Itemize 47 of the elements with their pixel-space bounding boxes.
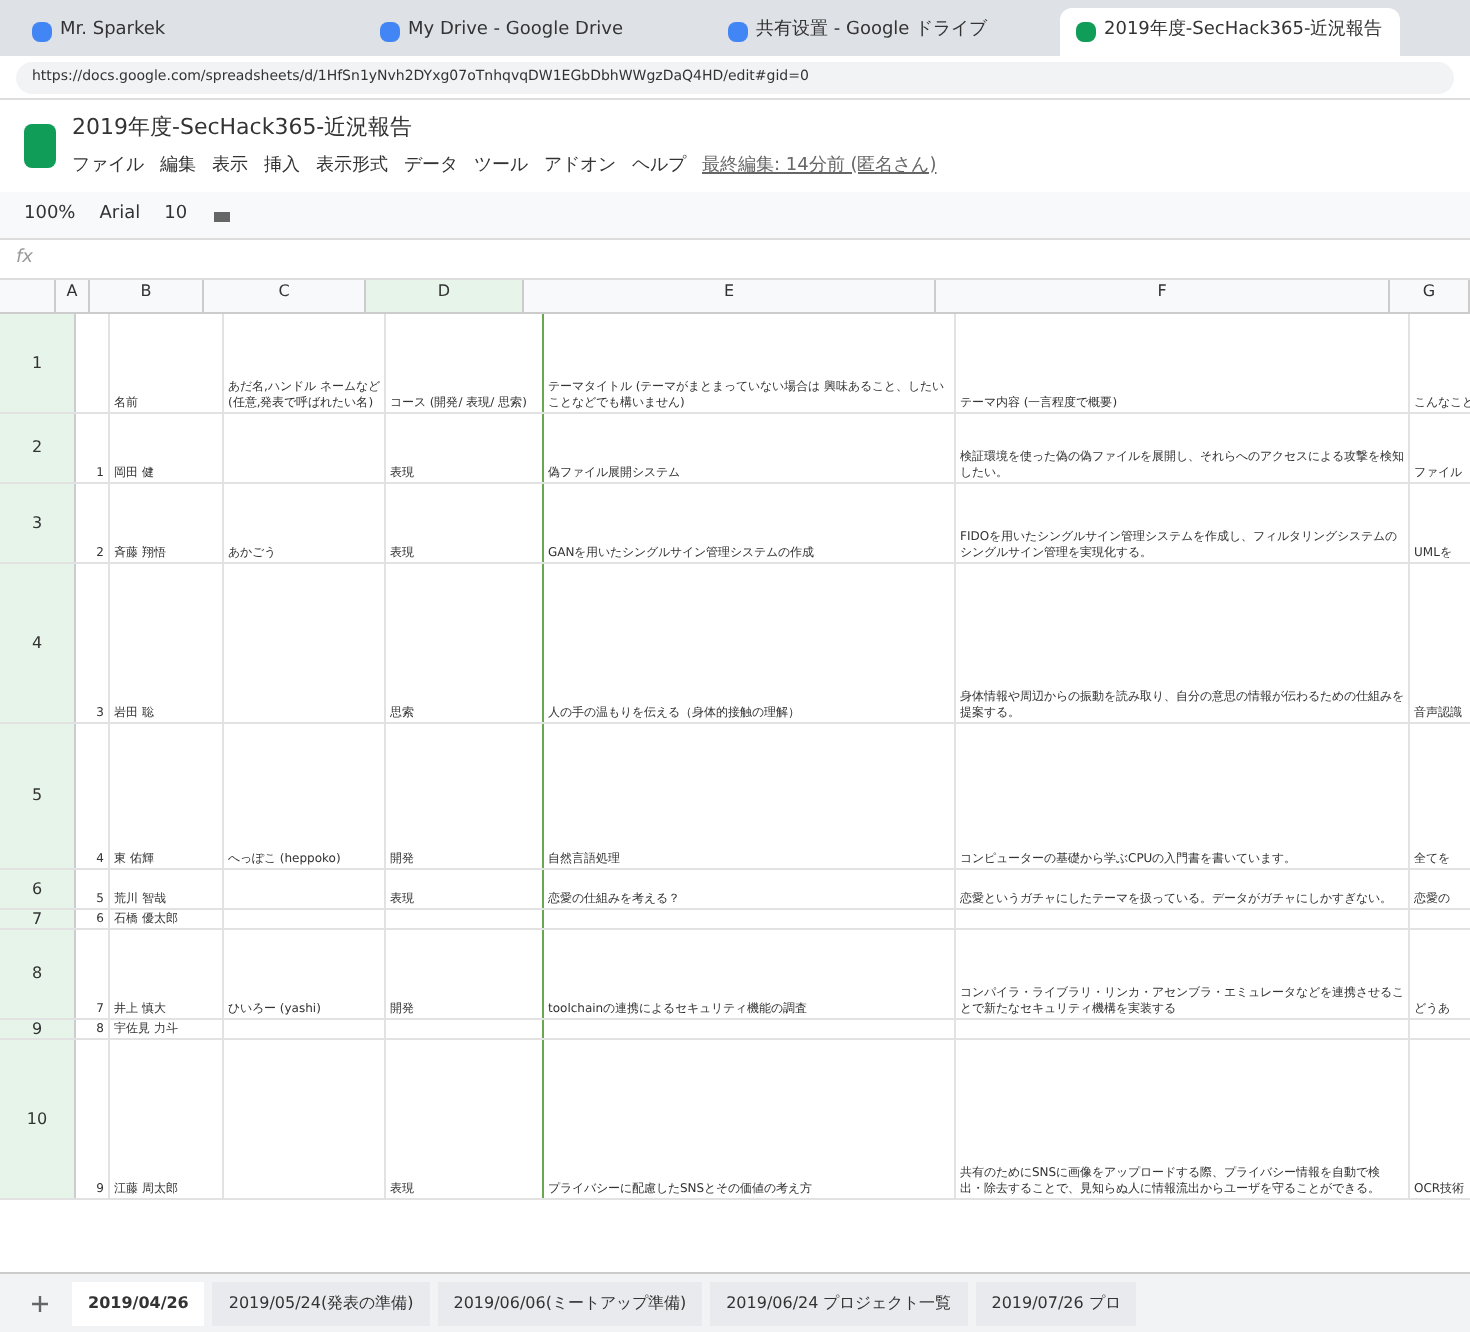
browser-tab[interactable]: 2019年度-SecHack365-近況報告 [1060, 8, 1400, 56]
row-header[interactable]: 4 [0, 564, 76, 722]
menu-item[interactable]: 表示 [212, 153, 248, 180]
menu-item[interactable]: 表示形式 [316, 153, 388, 180]
row-header[interactable]: 1 [0, 314, 76, 412]
column-header[interactable]: A [56, 280, 90, 312]
row-header[interactable]: 6 [0, 870, 76, 908]
document-title: 2019年度-SecHack365-近況報告 [72, 112, 415, 144]
sheet-tab[interactable]: 2019/05/24(発表の準備) [212, 1281, 430, 1325]
sheet-tab[interactable]: 2019/07/26 プロ [975, 1281, 1137, 1325]
sheet-tab[interactable]: 2019/06/06(ミートアップ準備) [437, 1281, 703, 1325]
menu-item[interactable]: アドオン [544, 153, 616, 180]
menu-item[interactable]: ツール [474, 153, 528, 180]
font-select[interactable]: Arial [99, 201, 141, 229]
row-header[interactable]: 7 [0, 910, 76, 928]
column-header[interactable]: E [524, 280, 936, 312]
column-header[interactable]: G [1390, 280, 1470, 312]
menu-item[interactable]: データ [404, 153, 458, 180]
tab-title: My Drive - Google Drive [408, 18, 626, 45]
last-edit-link[interactable]: 最終編集: 14分前 (匿名さん) [702, 153, 937, 180]
page-icon [728, 22, 748, 42]
font-size-select[interactable]: 10 [164, 201, 188, 229]
tab-title: 共有设置 - Google ドライブ [756, 18, 990, 45]
menu-item[interactable]: ヘルプ [632, 153, 686, 180]
row-header[interactable]: 5 [0, 724, 76, 868]
page-icon [380, 22, 400, 42]
column-header[interactable]: D [366, 280, 524, 312]
tab-title: 2019年度-SecHack365-近況報告 [1104, 18, 1384, 45]
column-header[interactable]: B [90, 280, 204, 312]
row-header[interactable]: 8 [0, 930, 76, 1018]
sheets-logo-icon [24, 124, 56, 168]
row-header[interactable]: 10 [0, 1040, 76, 1198]
sheet-tab[interactable]: 2019/04/26 [72, 1281, 205, 1325]
tab-title: Mr. Sparkek [60, 18, 168, 45]
menu-item[interactable]: ファイル [72, 153, 144, 180]
row-header[interactable]: 3 [0, 484, 76, 562]
row-header[interactable]: 2 [0, 414, 76, 482]
column-header[interactable]: F [936, 280, 1390, 312]
page-icon [32, 22, 52, 42]
menu-item[interactable]: 編集 [160, 153, 196, 180]
formula-label: fx [16, 245, 33, 272]
menu-item[interactable]: 挿入 [264, 153, 300, 180]
sheet-tab[interactable]: 2019/06/24 プロジェクト一覧 [710, 1281, 968, 1325]
zoom-select[interactable]: 100% [24, 201, 76, 229]
row-header[interactable]: 9 [0, 1020, 76, 1038]
page-icon [1076, 22, 1096, 42]
add-sheet-icon[interactable] [32, 1295, 48, 1311]
